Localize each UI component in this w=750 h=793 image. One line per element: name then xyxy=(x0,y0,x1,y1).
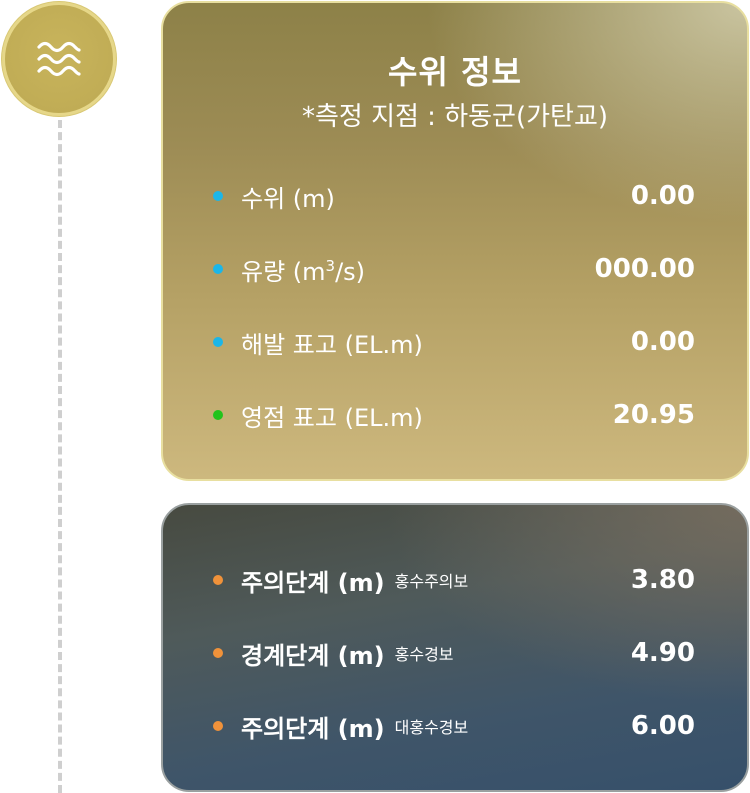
timeline-marker xyxy=(2,2,116,116)
row-value: 6.00 xyxy=(630,711,695,741)
row-label: 해발 표고 (EL.m) xyxy=(241,330,423,359)
row-label: 유량 (m3/s) xyxy=(241,256,366,286)
row-label: 경계단계 (m) xyxy=(241,641,385,670)
row-value: 3.80 xyxy=(630,565,695,595)
row-value: 4.90 xyxy=(630,638,695,668)
bullet-icon xyxy=(213,410,223,420)
row-note: 홍수주의보 xyxy=(394,572,469,591)
row-value: 0.00 xyxy=(630,327,695,357)
row-value: 000.00 xyxy=(594,254,695,284)
alert-row-caution: 주의단계 (m) 홍수주의보 3.80 xyxy=(213,562,695,598)
row-label: 주의단계 (m) xyxy=(241,568,385,597)
water-waves-icon xyxy=(37,41,81,77)
bullet-icon xyxy=(213,648,223,658)
row-note: 대홍수경보 xyxy=(394,718,469,737)
card-title: 수위 정보 xyxy=(388,53,522,91)
row-value: 0.00 xyxy=(630,181,695,211)
bullet-icon xyxy=(213,264,223,274)
info-row-water-level: 수위 (m) 0.00 xyxy=(213,178,695,214)
bullet-icon xyxy=(213,575,223,585)
bullet-icon xyxy=(213,337,223,347)
info-row-zero-elevation: 영점 표고 (EL.m) 20.95 xyxy=(213,397,695,433)
row-label: 주의단계 (m) xyxy=(241,714,385,743)
info-row-elevation: 해발 표고 (EL.m) 0.00 xyxy=(213,324,695,360)
alert-row-warning: 경계단계 (m) 홍수경보 4.90 xyxy=(213,635,695,671)
bullet-icon xyxy=(213,191,223,201)
row-label: 영점 표고 (EL.m) xyxy=(241,403,423,432)
water-level-panel: 수위 정보 *측정 지점 : 하동군(가탄교) 수위 (m) 0.00 유량 (… xyxy=(0,0,750,793)
measurement-point: *측정 지점 : 하동군(가탄교) xyxy=(301,102,609,132)
bullet-icon xyxy=(213,721,223,731)
water-level-info-card: 수위 정보 *측정 지점 : 하동군(가탄교) 수위 (m) 0.00 유량 (… xyxy=(161,1,749,481)
row-note: 홍수경보 xyxy=(394,645,454,664)
alert-row-major-flood: 주의단계 (m) 대홍수경보 6.00 xyxy=(213,708,695,744)
row-value: 20.95 xyxy=(612,400,695,430)
alert-threshold-card: 주의단계 (m) 홍수주의보 3.80 경계단계 (m) 홍수경보 4.90 주… xyxy=(161,503,749,792)
row-label: 수위 (m) xyxy=(241,184,335,213)
info-row-flow-rate: 유량 (m3/s) 000.00 xyxy=(213,251,695,287)
timeline-dashed-line xyxy=(58,120,62,793)
